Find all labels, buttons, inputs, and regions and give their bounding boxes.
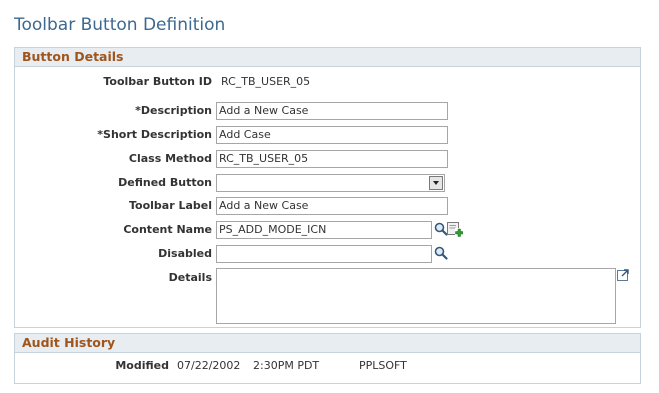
disabled-input[interactable] — [216, 245, 432, 263]
add-icon[interactable] — [447, 222, 463, 238]
modified-date: 07/22/2002 — [177, 359, 241, 372]
dropdown-arrow-icon[interactable] — [429, 176, 443, 190]
audit-history-section: Audit History — [14, 333, 641, 384]
toolbar-button-id-label: Toolbar Button ID — [103, 75, 212, 88]
magnifier-icon[interactable] — [434, 222, 448, 236]
description-input[interactable]: Add a New Case — [216, 102, 448, 120]
class-method-label: Class Method — [128, 152, 212, 165]
toolbar-label-label: Toolbar Label — [128, 199, 212, 212]
modified-time: 2:30PM PDT — [253, 359, 320, 372]
description-label: *Description — [135, 104, 212, 117]
audit-history-header: Audit History — [15, 334, 640, 353]
defined-button-label: Defined Button — [118, 176, 212, 189]
content-name-input[interactable]: PS_ADD_MODE_ICN — [216, 221, 432, 239]
expand-textarea-icon[interactable] — [617, 269, 629, 281]
page-title: Toolbar Button Definition — [14, 15, 226, 35]
toolbar-label-input[interactable]: Add a New Case — [216, 197, 448, 215]
button-details-header: Button Details — [15, 48, 640, 67]
magnifier-icon[interactable] — [434, 246, 448, 260]
toolbar-button-id-value: RC_TB_USER_05 — [221, 75, 311, 88]
disabled-label: Disabled — [158, 247, 212, 260]
details-label: Details — [168, 271, 212, 284]
details-textarea[interactable] — [216, 268, 616, 324]
short-description-input[interactable]: Add Case — [216, 126, 448, 144]
content-name-label: Content Name — [123, 223, 212, 236]
short-description-label: *Short Description — [97, 128, 212, 141]
defined-button-select[interactable] — [216, 174, 445, 192]
class-method-input[interactable]: RC_TB_USER_05 — [216, 150, 448, 168]
modified-label: Modified — [115, 359, 169, 372]
modified-by: PPLSOFT — [359, 359, 407, 372]
